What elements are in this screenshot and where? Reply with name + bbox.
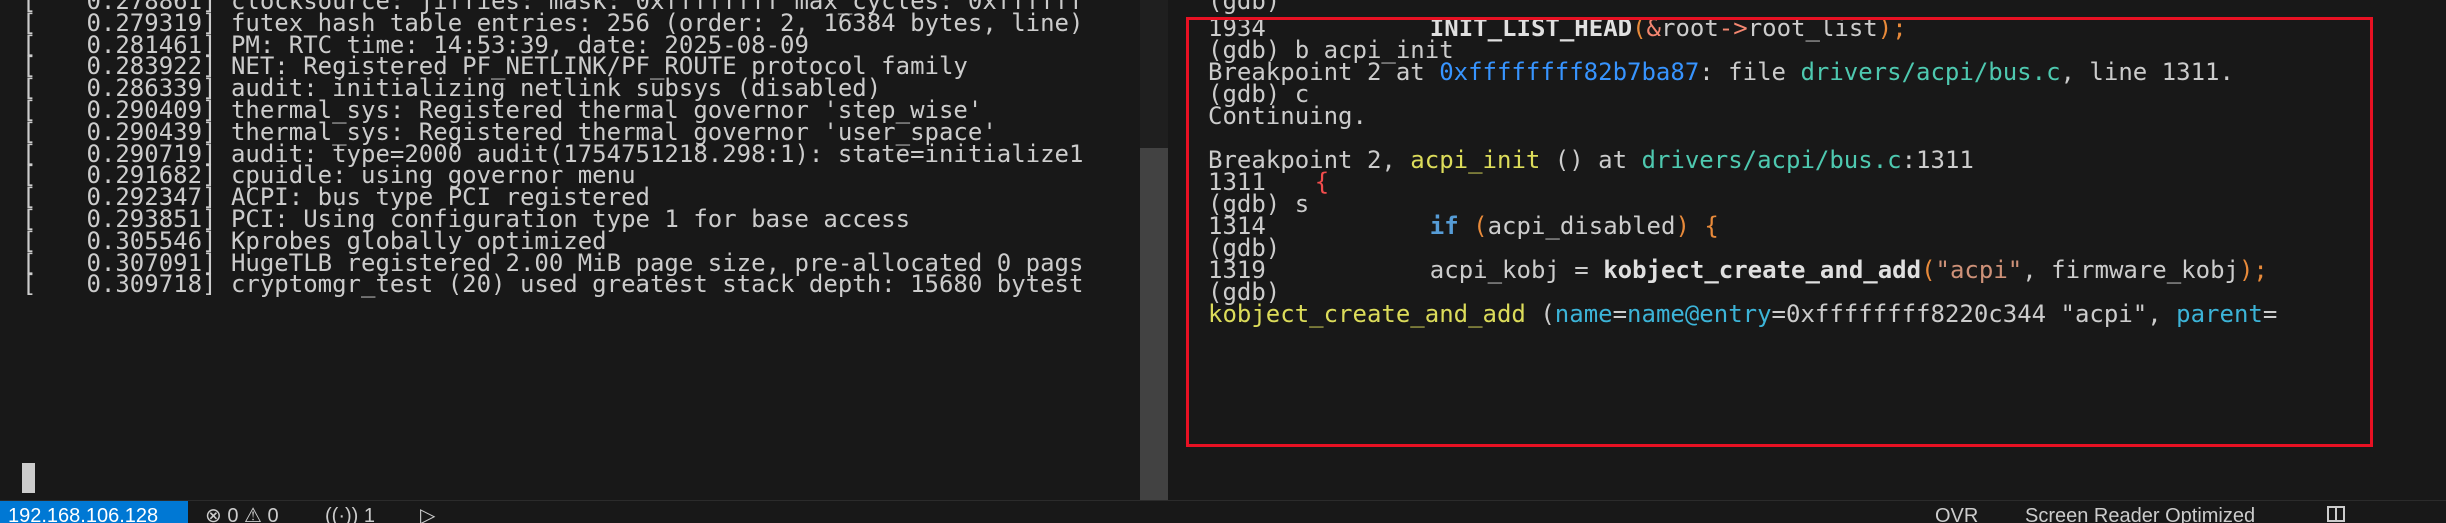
ports-indicator[interactable]: ((·)) 1 xyxy=(325,501,375,523)
gdb-line: 1314 if (acpi_disabled) { xyxy=(1208,212,1719,240)
remote-host-indicator[interactable]: 192.168.106.128 xyxy=(0,501,188,523)
source-file: drivers/acpi/bus.c xyxy=(1641,146,1902,174)
gdb-line: Breakpoint 2 at 0xffffffff82b7ba87: file… xyxy=(1208,58,2234,86)
function-name: acpi_init xyxy=(1410,146,1541,174)
terminal-cursor xyxy=(22,463,35,493)
run-icon[interactable]: ▷ xyxy=(420,501,435,523)
string-literal: "acpi" xyxy=(1935,256,2023,284)
gdb-line: kobject_create_and_add (name=name@entry=… xyxy=(1208,300,2278,328)
layout-icon[interactable] xyxy=(2325,501,2347,523)
gdb-line: Continuing. xyxy=(1208,102,1367,130)
gdb-terminal[interactable]: (gdb) 1934 INIT_LIST_HEAD(&root->root_lis… xyxy=(1178,0,2446,500)
param-name: name xyxy=(1554,300,1613,328)
problems-indicator[interactable]: ⊗ 0 ⚠ 0 xyxy=(205,501,279,523)
scrollbar-thumb[interactable] xyxy=(1140,148,1168,500)
log-timestamp: 0.309718] xyxy=(86,270,217,299)
breakpoint-address: 0xffffffff82b7ba87 xyxy=(1439,58,1700,86)
function-name: kobject_create_and_add xyxy=(1208,300,1526,328)
terminal-log-line: [0.309718] cryptomgr_test (20) used grea… xyxy=(22,270,1084,299)
overwrite-mode-indicator[interactable]: OVR xyxy=(1935,501,1978,523)
function-name: INIT_LIST_HEAD xyxy=(1429,14,1633,42)
screen-reader-indicator[interactable]: Screen Reader Optimized xyxy=(2025,501,2255,523)
keyword: if xyxy=(1429,212,1459,240)
source-file: drivers/acpi/bus.c xyxy=(1800,58,2061,86)
function-name: kobject_create_and_add xyxy=(1603,256,1922,284)
left-terminal[interactable]: [0.278861] clocksource: jiffies: mask: 0… xyxy=(0,0,1135,500)
layout-icon-svg xyxy=(2327,506,2345,522)
param-name: parent xyxy=(2176,300,2263,328)
log-message: cryptomgr_test (20) used greatest stack … xyxy=(230,270,1084,299)
gdb-line: 1319 acpi_kobj = kobject_create_and_add("… xyxy=(1208,256,2268,284)
left-terminal-scrollbar[interactable] xyxy=(1140,0,1168,500)
status-bar: 192.168.106.128 ⊗ 0 ⚠ 0 ((·)) 1 ▷ OVR Sc… xyxy=(0,500,2446,523)
